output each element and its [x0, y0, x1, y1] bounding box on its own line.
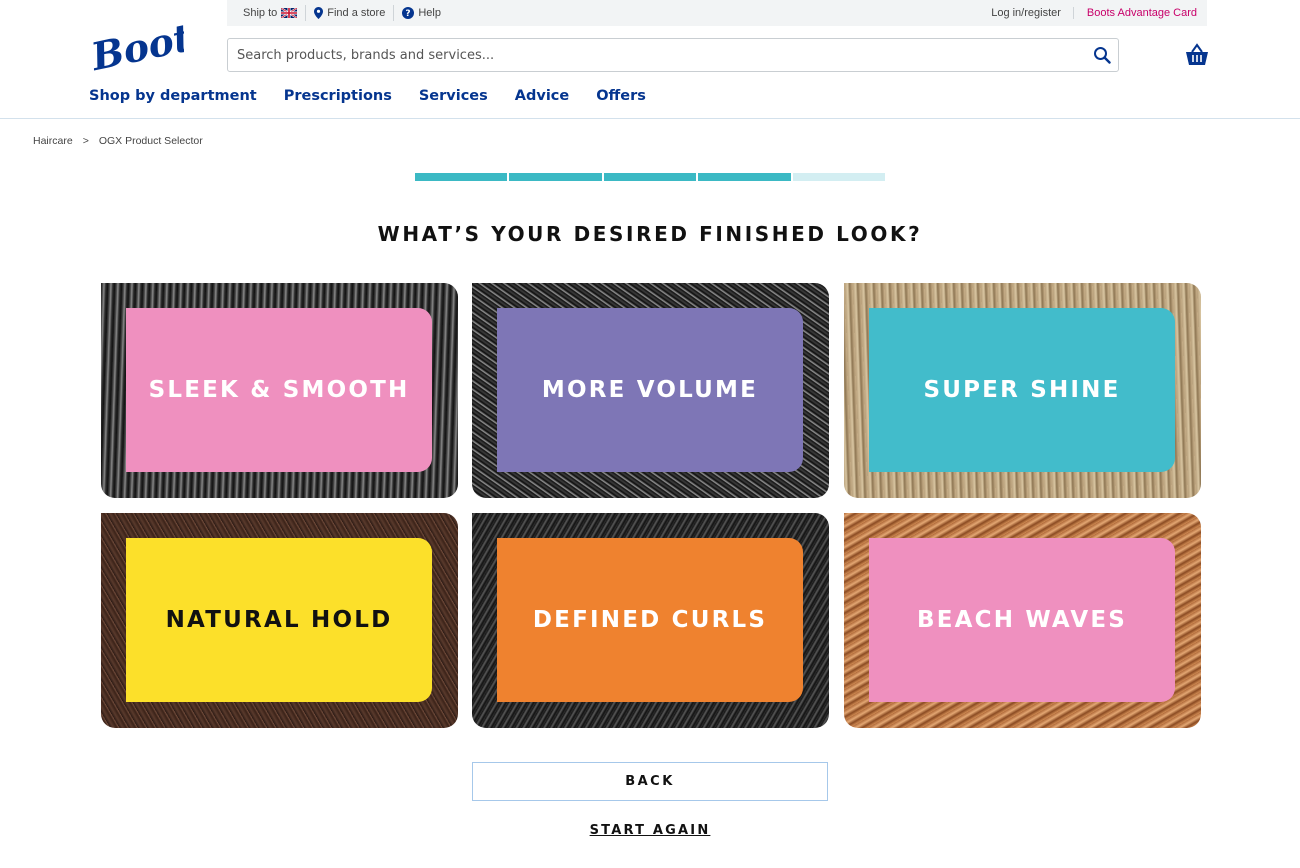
nav-services[interactable]: Services: [419, 88, 488, 104]
progress-step: [792, 173, 886, 181]
find-store-link[interactable]: Find a store: [305, 5, 393, 21]
nav-shop-by-department[interactable]: Shop by department: [89, 88, 257, 104]
svg-text:?: ?: [406, 9, 411, 19]
basket-icon: [1186, 43, 1208, 65]
option-label: SUPER SHINE: [869, 308, 1175, 472]
ship-to-link[interactable]: Ship to: [235, 5, 305, 21]
breadcrumb: Haircare > OGX Product Selector: [33, 135, 203, 147]
option-beach-waves[interactable]: BEACH WAVES: [844, 513, 1201, 728]
progress-step: [415, 173, 508, 181]
help-label: Help: [418, 7, 441, 19]
boots-logo-wordmark: Boots: [88, 18, 184, 74]
basket-button[interactable]: [1184, 42, 1210, 68]
ship-to-label: Ship to: [243, 7, 278, 19]
uk-flag-icon: [281, 8, 298, 18]
option-label: SLEEK & SMOOTH: [126, 308, 432, 472]
boots-logo-icon: Boots: [86, 10, 215, 80]
boots-logo[interactable]: Boots: [86, 10, 215, 80]
option-label: BEACH WAVES: [869, 538, 1175, 702]
progress-step: [698, 173, 791, 181]
start-again-link[interactable]: START AGAIN: [590, 823, 711, 838]
option-more-volume[interactable]: MORE VOLUME: [472, 283, 829, 498]
option-label: DEFINED CURLS: [497, 538, 803, 702]
nav-advice[interactable]: Advice: [515, 88, 569, 104]
breadcrumb-haircare[interactable]: Haircare: [33, 135, 73, 147]
nav-offers[interactable]: Offers: [596, 88, 646, 104]
breadcrumb-separator: >: [82, 135, 89, 147]
search-icon: [1094, 47, 1111, 64]
breadcrumb-current: OGX Product Selector: [98, 135, 203, 147]
option-sleek-smooth[interactable]: SLEEK & SMOOTH: [101, 283, 458, 498]
start-again-wrap: START AGAIN: [0, 823, 1300, 838]
utility-bar: Ship to Find a store ? Help Log in/regis…: [227, 0, 1207, 26]
help-icon: ?: [402, 7, 415, 19]
back-button[interactable]: BACK: [472, 762, 828, 801]
option-defined-curls[interactable]: DEFINED CURLS: [472, 513, 829, 728]
progress-step: [509, 173, 602, 181]
option-super-shine[interactable]: SUPER SHINE: [844, 283, 1201, 498]
help-link[interactable]: ? Help: [393, 5, 449, 21]
advantage-card-link[interactable]: Boots Advantage Card: [1072, 7, 1207, 19]
question-heading: WHAT’S YOUR DESIRED FINISHED LOOK?: [377, 222, 923, 246]
step-progress-bar: [415, 173, 886, 181]
header-divider: [0, 118, 1300, 119]
login-register-link[interactable]: Log in/register: [979, 7, 1073, 19]
location-pin-icon: [314, 7, 324, 19]
progress-step: [603, 173, 697, 181]
nav-prescriptions[interactable]: Prescriptions: [284, 88, 392, 104]
search-button[interactable]: [1086, 39, 1118, 71]
search-box: [227, 38, 1119, 72]
option-label: MORE VOLUME: [497, 308, 803, 472]
search-input[interactable]: [228, 39, 1086, 71]
option-natural-hold[interactable]: NATURAL HOLD: [101, 513, 458, 728]
option-label: NATURAL HOLD: [126, 538, 432, 702]
main-nav: Shop by department Prescriptions Service…: [89, 88, 646, 104]
find-store-label: Find a store: [327, 7, 386, 19]
